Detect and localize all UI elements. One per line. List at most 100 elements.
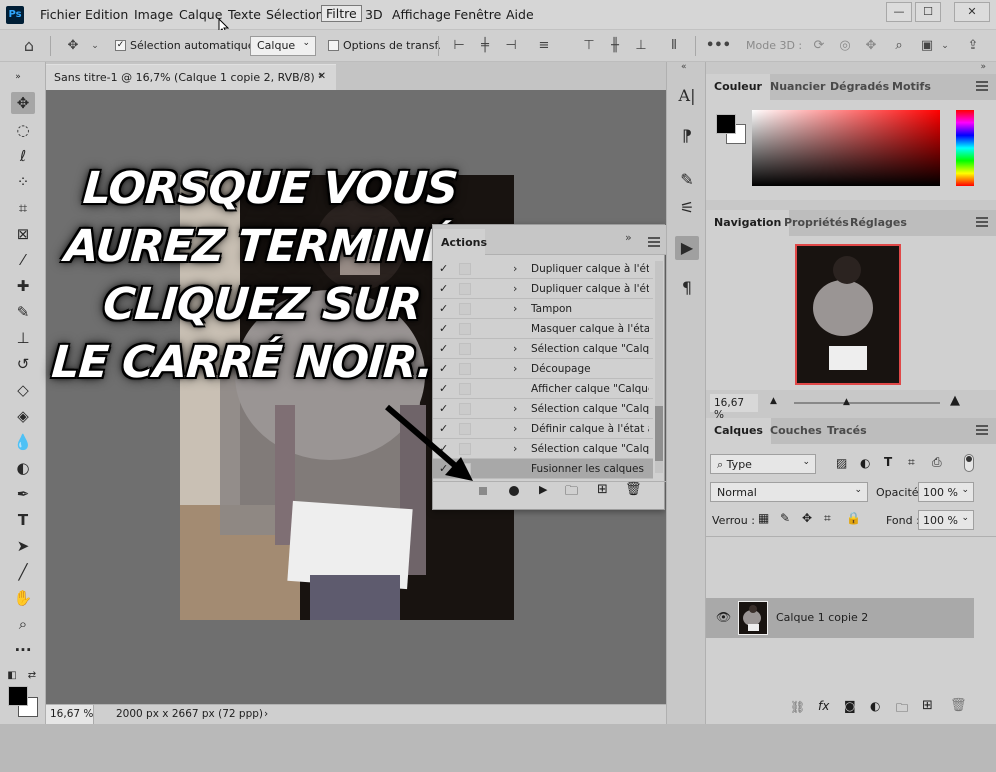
dialog-toggle-box[interactable] bbox=[459, 323, 471, 335]
action-enabled-checkmark-icon[interactable]: ✓ bbox=[439, 262, 451, 275]
navigator-zoom-slider[interactable] bbox=[794, 402, 940, 404]
chevron-down-icon[interactable]: ⌄ bbox=[86, 37, 104, 55]
play-button[interactable]: ▶ bbox=[539, 483, 547, 496]
type-tool-icon[interactable]: T bbox=[11, 509, 35, 531]
crop-tool-icon[interactable]: ⌗ bbox=[11, 197, 35, 219]
minimize-button[interactable]: — bbox=[886, 2, 912, 22]
actions-panel-icon[interactable]: ▶ bbox=[675, 236, 699, 260]
brushes-panel-icon[interactable]: ✎ bbox=[675, 168, 699, 192]
shape-filter-icon[interactable]: ⌗ bbox=[908, 455, 915, 470]
add-mask-icon[interactable]: ◙ bbox=[844, 699, 856, 713]
blur-tool-icon[interactable]: 💧 bbox=[11, 431, 35, 453]
lock-artboard-icon[interactable]: ⌗ bbox=[824, 511, 831, 526]
chevron-right-icon[interactable]: › bbox=[513, 282, 517, 295]
dodge-tool-icon[interactable]: ◐ bbox=[11, 457, 35, 479]
tab-reglages[interactable]: Réglages bbox=[842, 210, 915, 236]
new-action-icon[interactable]: ⊞ bbox=[597, 482, 608, 497]
move-tool-icon[interactable]: ✥ bbox=[11, 92, 35, 114]
visibility-eye-icon[interactable]: 👁 bbox=[716, 610, 731, 624]
adjustment-layer-icon[interactable]: ◐ bbox=[870, 699, 880, 713]
align-top-icon[interactable]: ⊤ bbox=[580, 37, 598, 55]
menu-fichier[interactable]: Fichier bbox=[40, 7, 81, 22]
healing-brush-tool-icon[interactable]: ✚ bbox=[11, 275, 35, 297]
orbit-3d-icon[interactable]: ⟳ bbox=[810, 37, 828, 55]
lock-position-icon[interactable]: ✥ bbox=[802, 511, 812, 525]
default-colors-icon[interactable]: ◧ bbox=[6, 665, 18, 687]
chevron-right-icon[interactable]: › bbox=[513, 362, 517, 375]
pen-tool-icon[interactable]: ✒ bbox=[11, 483, 35, 505]
dialog-toggle-box[interactable] bbox=[459, 303, 471, 315]
record-button[interactable] bbox=[509, 486, 519, 496]
close-window-button[interactable]: ✕ bbox=[954, 2, 990, 22]
dialog-toggle-box[interactable] bbox=[459, 383, 471, 395]
action-row[interactable]: ✓ Masquer calque à l'état... bbox=[433, 319, 653, 339]
dialog-toggle-box[interactable] bbox=[459, 343, 471, 355]
layer-select-dropdown[interactable]: Calque ⌄ bbox=[250, 36, 316, 56]
auto-select-checkbox[interactable]: ✓ bbox=[115, 40, 126, 51]
action-enabled-checkmark-icon[interactable]: ✓ bbox=[439, 382, 451, 395]
menu-fenetre[interactable]: Fenêtre bbox=[454, 7, 501, 22]
menu-edition[interactable]: Edition bbox=[85, 7, 128, 22]
search-icon[interactable]: ⌕ bbox=[890, 37, 908, 55]
brush-tool-icon[interactable]: ✎ bbox=[11, 301, 35, 323]
clone-stamp-tool-icon[interactable]: ⊥ bbox=[11, 327, 35, 349]
menu-filtre[interactable]: Filtre bbox=[321, 5, 362, 22]
layer-style-fx-icon[interactable]: fx bbox=[818, 699, 829, 713]
slider-thumb[interactable]: ▲ bbox=[843, 397, 850, 407]
new-group-folder-icon[interactable]: 🗀 bbox=[896, 699, 908, 720]
hue-slider[interactable] bbox=[956, 110, 974, 186]
action-row[interactable]: ✓ › Dupliquer calque à l'ét... bbox=[433, 279, 653, 299]
paint-bucket-tool-icon[interactable]: ◈ bbox=[11, 405, 35, 427]
foreground-color-swatch[interactable] bbox=[716, 114, 736, 134]
brush-settings-icon[interactable]: ⚟ bbox=[675, 196, 699, 220]
dialog-toggle-box[interactable] bbox=[459, 263, 471, 275]
lock-all-icon[interactable]: 🔒 bbox=[846, 511, 861, 525]
close-tab-icon[interactable]: ✕ bbox=[318, 71, 326, 82]
quick-selection-tool-icon[interactable]: ⁘ bbox=[11, 171, 35, 193]
align-bottom-icon[interactable]: ⊥ bbox=[632, 37, 650, 55]
history-brush-tool-icon[interactable]: ↺ bbox=[11, 353, 35, 375]
home-icon[interactable]: ⌂ bbox=[20, 37, 38, 55]
scrollbar-thumb[interactable] bbox=[655, 406, 663, 461]
zoom-in-mountain-icon[interactable]: ▲ bbox=[950, 393, 960, 408]
type-filter-icon[interactable]: T bbox=[884, 455, 892, 469]
align-center-h-icon[interactable]: ╪ bbox=[476, 37, 494, 55]
action-enabled-checkmark-icon[interactable]: ✓ bbox=[439, 342, 451, 355]
lasso-tool-icon[interactable]: ℓ bbox=[11, 145, 35, 167]
align-middle-v-icon[interactable]: ╫ bbox=[606, 37, 624, 55]
menu-3d[interactable]: 3D bbox=[365, 7, 383, 22]
frame-tool-icon[interactable]: ⊠ bbox=[11, 223, 35, 245]
character-panel-icon[interactable]: A| bbox=[675, 84, 699, 108]
chevron-right-icon[interactable]: › bbox=[513, 402, 517, 415]
menu-selection[interactable]: Sélection bbox=[266, 7, 324, 22]
chevron-right-icon[interactable]: › bbox=[513, 442, 517, 455]
panel-menu-icon[interactable] bbox=[648, 237, 660, 247]
delete-trash-icon[interactable]: 🗑 bbox=[625, 482, 642, 497]
dialog-toggle-box[interactable] bbox=[459, 363, 471, 375]
chevron-right-icon[interactable]: › bbox=[513, 262, 517, 275]
collapse-arrows-icon[interactable]: » bbox=[980, 62, 986, 72]
action-enabled-checkmark-icon[interactable]: ✓ bbox=[439, 322, 451, 335]
layer-filter-dropdown[interactable]: ⌕ Type ⌄ bbox=[710, 454, 816, 474]
smart-object-filter-icon[interactable]: ⎙ bbox=[932, 455, 942, 470]
chevron-right-icon[interactable]: › bbox=[513, 302, 517, 315]
tab-actions[interactable]: Actions bbox=[433, 229, 487, 255]
distribute-v-icon[interactable]: ⦀ bbox=[665, 37, 683, 55]
layer-row[interactable]: 👁 Calque 1 copie 2 bbox=[706, 598, 974, 638]
document-tab[interactable]: Sans titre-1 @ 16,7% (Calque 1 copie 2, … bbox=[46, 64, 336, 90]
delete-layer-trash-icon[interactable]: 🗑 bbox=[950, 698, 967, 713]
chevron-right-icon[interactable]: › bbox=[513, 342, 517, 355]
blend-mode-dropdown[interactable]: Normal ⌄ bbox=[710, 482, 868, 502]
paragraph-panel-icon[interactable]: ¶ bbox=[675, 276, 699, 300]
layer-name[interactable]: Calque 1 copie 2 bbox=[776, 611, 868, 624]
more-tools-icon[interactable]: ··· bbox=[11, 639, 35, 661]
new-layer-icon[interactable]: ⊞ bbox=[922, 698, 933, 713]
action-enabled-checkmark-icon[interactable]: ✓ bbox=[439, 302, 451, 315]
chevron-right-icon[interactable]: › bbox=[513, 422, 517, 435]
panel-menu-icon[interactable] bbox=[976, 81, 988, 91]
eraser-tool-icon[interactable]: ◇ bbox=[11, 379, 35, 401]
zoom-out-mountain-icon[interactable]: ▲ bbox=[770, 396, 777, 406]
collapse-arrows-icon[interactable]: » bbox=[625, 231, 632, 244]
dialog-toggle-box[interactable] bbox=[459, 283, 471, 295]
lock-pixels-icon[interactable]: ✎ bbox=[780, 511, 790, 525]
